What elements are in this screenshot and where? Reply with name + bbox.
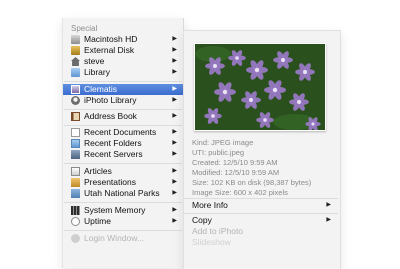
menu-item-label: Add to iPhoto <box>192 226 244 236</box>
menu-item-label: Copy <box>192 215 212 225</box>
menu-item-steve[interactable]: steve ▶ <box>63 56 183 67</box>
presentations-icon <box>71 178 80 187</box>
menu-item-label: Library <box>84 67 110 77</box>
special-menu: Special Macintosh HD ▶ External Disk ▶ s… <box>62 18 184 268</box>
folder-icon <box>71 189 80 198</box>
menu-item-recent-documents[interactable]: Recent Documents ▶ <box>63 127 183 138</box>
menu-separator <box>64 125 182 126</box>
submenu-arrow-icon: ▶ <box>172 218 177 224</box>
menu-item-external-disk[interactable]: External Disk ▶ <box>63 45 183 56</box>
info-size: Size: 102 KB on disk (98,387 bytes) <box>192 178 312 187</box>
submenu-arrow-icon: ▶ <box>172 179 177 185</box>
hard-drive-icon <box>71 35 80 44</box>
menu-separator <box>184 198 338 199</box>
submenu-arrow-icon: ▶ <box>172 97 177 103</box>
submenu-arrow-icon: ▶ <box>172 58 177 64</box>
submenu-arrow-icon: ▶ <box>172 113 177 119</box>
menu-item-iphoto-library[interactable]: iPhoto Library ▶ <box>63 95 183 106</box>
image-file-icon <box>71 85 80 94</box>
submenu-arrow-icon: ▶ <box>326 202 331 208</box>
menu-item-presentations[interactable]: Presentations ▶ <box>63 177 183 188</box>
menu-item-clematis[interactable]: Clematis ▶ <box>63 84 183 95</box>
menu-item-label: Recent Folders <box>84 138 142 148</box>
submenu-arrow-icon: ▶ <box>172 151 177 157</box>
recent-documents-icon <box>71 128 80 137</box>
submenu-item-copy[interactable]: Copy ▶ <box>192 215 337 226</box>
submenu-arrow-icon: ▶ <box>172 69 177 75</box>
menu-item-label: Login Window... <box>84 233 145 243</box>
menu-separator <box>64 81 182 82</box>
menu-separator <box>64 230 182 231</box>
menu-item-label: System Memory <box>84 205 146 215</box>
menu-item-login-window[interactable]: Login Window... <box>63 233 183 244</box>
image-preview <box>194 43 326 131</box>
menu-item-utah-national-parks[interactable]: Utah National Parks ▶ <box>63 188 183 199</box>
submenu-arrow-icon: ▶ <box>172 140 177 146</box>
submenu-item-more-info[interactable]: More Info ▶ <box>192 200 337 211</box>
menu-item-macintosh-hd[interactable]: Macintosh HD ▶ <box>63 34 183 45</box>
clock-icon <box>71 217 80 226</box>
submenu-arrow-icon: ▶ <box>172 36 177 42</box>
menu-item-label: Macintosh HD <box>84 34 138 44</box>
library-folder-icon <box>71 68 80 77</box>
info-kind: Kind: JPEG image <box>192 138 254 147</box>
login-window-icon <box>71 234 80 243</box>
menu-separator <box>64 109 182 110</box>
menu-item-label: Recent Servers <box>84 149 143 159</box>
menu-item-label: External Disk <box>84 45 135 55</box>
menu-item-label: Clematis <box>84 84 118 94</box>
menu-item-label: steve <box>84 56 105 66</box>
articles-icon <box>71 167 80 176</box>
home-icon <box>71 57 80 66</box>
menu-item-uptime[interactable]: Uptime ▶ <box>63 216 183 227</box>
submenu-arrow-icon: ▶ <box>172 190 177 196</box>
menu-item-articles[interactable]: Articles ▶ <box>63 166 183 177</box>
menu-item-label: Presentations <box>84 177 136 187</box>
menu-item-label: Articles <box>84 166 112 176</box>
submenu-item-slideshow[interactable]: Slideshow <box>192 237 337 248</box>
submenu-arrow-icon: ▶ <box>172 207 177 213</box>
address-book-icon <box>71 112 80 121</box>
menu-separator <box>64 163 182 164</box>
submenu-arrow-icon: ▶ <box>172 129 177 135</box>
iphoto-icon <box>71 96 80 105</box>
recent-folders-icon <box>71 139 80 148</box>
menu-item-label: iPhoto Library <box>84 95 137 105</box>
submenu-arrow-icon: ▶ <box>172 86 177 92</box>
menu-item-label: Utah National Parks <box>84 188 160 198</box>
info-modified: Modified: 12/5/10 9:59 AM <box>192 168 280 177</box>
menu-separator <box>64 202 182 203</box>
recent-servers-icon <box>71 150 80 159</box>
menu-item-label: Address Book <box>84 111 137 121</box>
menu-item-library[interactable]: Library ▶ <box>63 67 183 78</box>
menu-item-recent-folders[interactable]: Recent Folders ▶ <box>63 138 183 149</box>
menu-item-label: Slideshow <box>192 237 231 247</box>
menu-item-label: Uptime <box>84 216 111 226</box>
external-disk-icon <box>71 46 80 55</box>
submenu-arrow-icon: ▶ <box>172 168 177 174</box>
clematis-flower-image <box>195 44 325 130</box>
submenu-arrow-icon: ▶ <box>172 47 177 53</box>
submenu-item-add-to-iphoto[interactable]: Add to iPhoto <box>192 226 337 237</box>
info-created: Created: 12/5/10 9:59 AM <box>192 158 278 167</box>
info-image-size: Image Size: 600 x 402 pixels <box>192 188 288 197</box>
memory-icon <box>71 206 80 215</box>
menu-item-address-book[interactable]: Address Book ▶ <box>63 111 183 122</box>
info-uti: UTI: public.jpeg <box>192 148 245 157</box>
menu-item-label: More Info <box>192 200 228 210</box>
menu-header-special: Special <box>71 24 98 33</box>
menu-item-recent-servers[interactable]: Recent Servers ▶ <box>63 149 183 160</box>
menu-item-system-memory[interactable]: System Memory ▶ <box>63 205 183 216</box>
menu-item-label: Recent Documents <box>84 127 157 137</box>
submenu-arrow-icon: ▶ <box>326 217 331 223</box>
menu-separator <box>184 213 338 214</box>
